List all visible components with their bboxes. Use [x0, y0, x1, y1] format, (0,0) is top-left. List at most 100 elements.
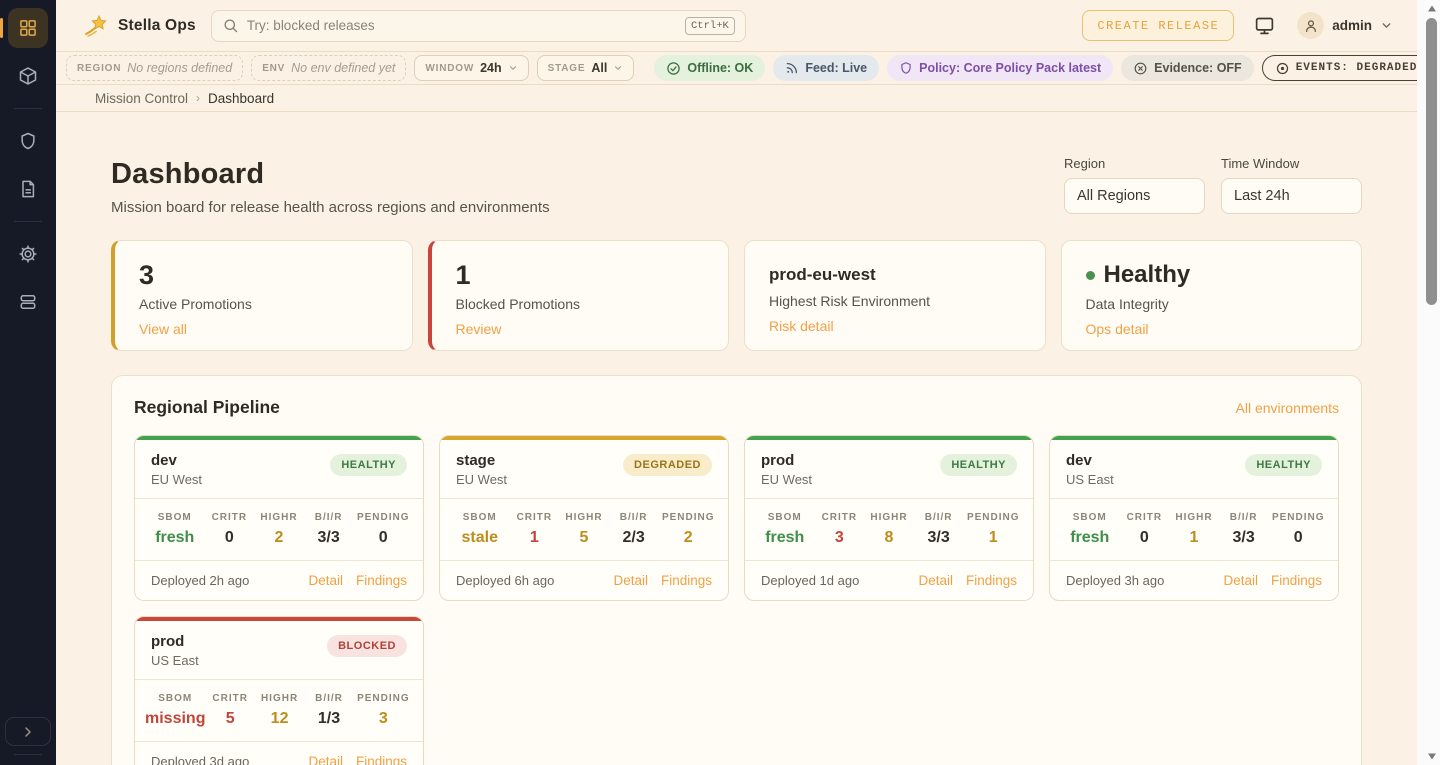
chevron-down-icon — [1380, 19, 1393, 32]
stat-card-active-promotions: 3 Active Promotions View all — [111, 240, 413, 351]
deployed-text: Deployed 3d ago — [151, 754, 249, 765]
stat-col-label: B/I/R — [1219, 512, 1269, 523]
create-release-button[interactable]: CREATE RELEASE — [1082, 10, 1234, 41]
detail-link[interactable]: Detail — [308, 754, 343, 765]
monitor-icon — [1254, 15, 1275, 36]
vertical-scrollbar[interactable] — [1417, 0, 1440, 765]
global-search[interactable]: Ctrl+K — [211, 10, 746, 42]
findings-link[interactable]: Findings — [1271, 573, 1322, 588]
scroll-down-arrow-icon[interactable] — [1427, 751, 1437, 761]
bir-value: 3/3 — [1219, 529, 1269, 547]
stat-card-data-integrity: Healthy Data Integrity Ops detail — [1061, 240, 1363, 351]
sidebar-item-reports[interactable] — [8, 169, 48, 209]
search-input[interactable] — [247, 18, 677, 33]
stat-col-label: B/I/R — [609, 512, 659, 523]
findings-link[interactable]: Findings — [356, 754, 407, 765]
stat-col-label: SBOM — [450, 512, 510, 523]
pending-value: 0 — [353, 529, 413, 547]
sidebar-item-security[interactable] — [8, 121, 48, 161]
user-menu[interactable]: admin — [1297, 12, 1393, 39]
region-name: US East — [1066, 472, 1114, 487]
view-all-link[interactable]: View all — [139, 321, 187, 337]
stat-col-label: CRITR — [205, 512, 255, 523]
detail-link[interactable]: Detail — [1223, 573, 1258, 588]
region-scope-chip[interactable]: REGION No regions defined — [66, 55, 243, 81]
findings-link[interactable]: Findings — [661, 573, 712, 588]
user-name: admin — [1332, 18, 1372, 33]
stat-col-label: SBOM — [1060, 512, 1120, 523]
environment-name: prod — [151, 633, 199, 650]
health-dot — [1086, 271, 1095, 280]
bir-value: 3/3 — [304, 529, 354, 547]
ops-detail-link[interactable]: Ops detail — [1086, 321, 1149, 337]
shield-icon — [18, 131, 38, 151]
time-window-select[interactable]: Last 24h — [1221, 178, 1362, 214]
stat-col-label: SBOM — [755, 512, 815, 523]
detail-link[interactable]: Detail — [918, 573, 953, 588]
pipeline-card-stage-eu-west: stage EU West DEGRADED SBOMstale CRITR1 … — [439, 435, 729, 601]
stat-value: 3 — [139, 260, 388, 290]
bir-value: 3/3 — [914, 529, 964, 547]
region-filter-label: Region — [1064, 156, 1205, 171]
stat-col-label: SBOM — [145, 512, 205, 523]
highr-value: 8 — [864, 529, 914, 547]
environment-name: dev — [1066, 452, 1114, 469]
critr-value: 1 — [510, 529, 560, 547]
critr-value: 3 — [815, 529, 865, 547]
regional-pipeline-section: Regional Pipeline All environments dev E… — [111, 375, 1362, 765]
brand[interactable]: Stella Ops — [84, 14, 196, 38]
deployed-text: Deployed 1d ago — [761, 573, 859, 588]
time-window-filter-label: Time Window — [1221, 156, 1362, 171]
feed-status-pill[interactable]: Feed: Live — [773, 55, 879, 81]
pill-text: EVENTS: DEGRADED — [1296, 62, 1418, 74]
deployed-text: Deployed 2h ago — [151, 573, 249, 588]
sidebar-expand-button[interactable] — [5, 717, 51, 746]
status-badge: HEALTHY — [330, 454, 407, 476]
sidebar-item-dashboard[interactable] — [8, 8, 48, 48]
critr-value: 0 — [1120, 529, 1170, 547]
display-mode-button[interactable] — [1254, 15, 1275, 36]
policy-status-pill[interactable]: Policy: Core Policy Pack latest — [887, 55, 1113, 81]
deployed-text: Deployed 6h ago — [456, 573, 554, 588]
detail-link[interactable]: Detail — [613, 573, 648, 588]
offline-status-pill[interactable]: Offline: OK — [654, 55, 765, 81]
pipeline-card-prod-us-east: prod US East BLOCKED SBOMmissing CRITR5 … — [134, 616, 424, 765]
stage-dropdown-chip[interactable]: STAGE All — [537, 55, 635, 81]
scrollbar-thumb[interactable] — [1426, 18, 1437, 305]
avatar — [1297, 12, 1324, 39]
bir-value: 2/3 — [609, 529, 659, 547]
highr-value: 12 — [255, 710, 304, 728]
env-scope-chip[interactable]: ENV No env defined yet — [251, 55, 406, 81]
rss-icon — [785, 61, 799, 75]
sidebar-item-packages[interactable] — [8, 56, 48, 96]
sidebar-divider — [14, 108, 42, 109]
bir-value: 1/3 — [304, 710, 353, 728]
region-name: US East — [151, 653, 199, 668]
window-dropdown-chip[interactable]: WINDOW 24h — [414, 55, 528, 81]
package-icon — [18, 66, 38, 86]
evidence-status-pill[interactable]: Evidence: OFF — [1121, 55, 1254, 81]
findings-link[interactable]: Findings — [966, 573, 1017, 588]
deployed-text: Deployed 3h ago — [1066, 573, 1164, 588]
breadcrumb-mission-control[interactable]: Mission Control — [95, 91, 188, 106]
sbom-value: fresh — [145, 529, 205, 547]
all-environments-link[interactable]: All environments — [1236, 400, 1340, 416]
stat-col-label: HIGHR — [864, 512, 914, 523]
sidebar-item-settings[interactable] — [8, 234, 48, 274]
sidebar-item-infrastructure[interactable] — [8, 282, 48, 322]
events-status-pill[interactable]: EVENTS: DEGRADED — [1262, 55, 1431, 81]
pill-text: Policy: Core Policy Pack latest — [919, 61, 1101, 75]
region-select[interactable]: All Regions — [1064, 178, 1205, 214]
chevron-down-icon — [508, 63, 518, 73]
pending-value: 3 — [354, 710, 413, 728]
stat-cards-row: 3 Active Promotions View all 1 Blocked P… — [111, 240, 1362, 351]
findings-link[interactable]: Findings — [356, 573, 407, 588]
sbom-value: fresh — [1060, 529, 1120, 547]
stat-col-label: PENDING — [658, 512, 718, 523]
scroll-up-arrow-icon[interactable] — [1427, 4, 1437, 14]
review-link[interactable]: Review — [456, 321, 502, 337]
context-bar: REGION No regions defined ENV No env def… — [56, 52, 1417, 85]
chip-value: All — [591, 61, 607, 75]
risk-detail-link[interactable]: Risk detail — [769, 318, 834, 334]
detail-link[interactable]: Detail — [308, 573, 343, 588]
